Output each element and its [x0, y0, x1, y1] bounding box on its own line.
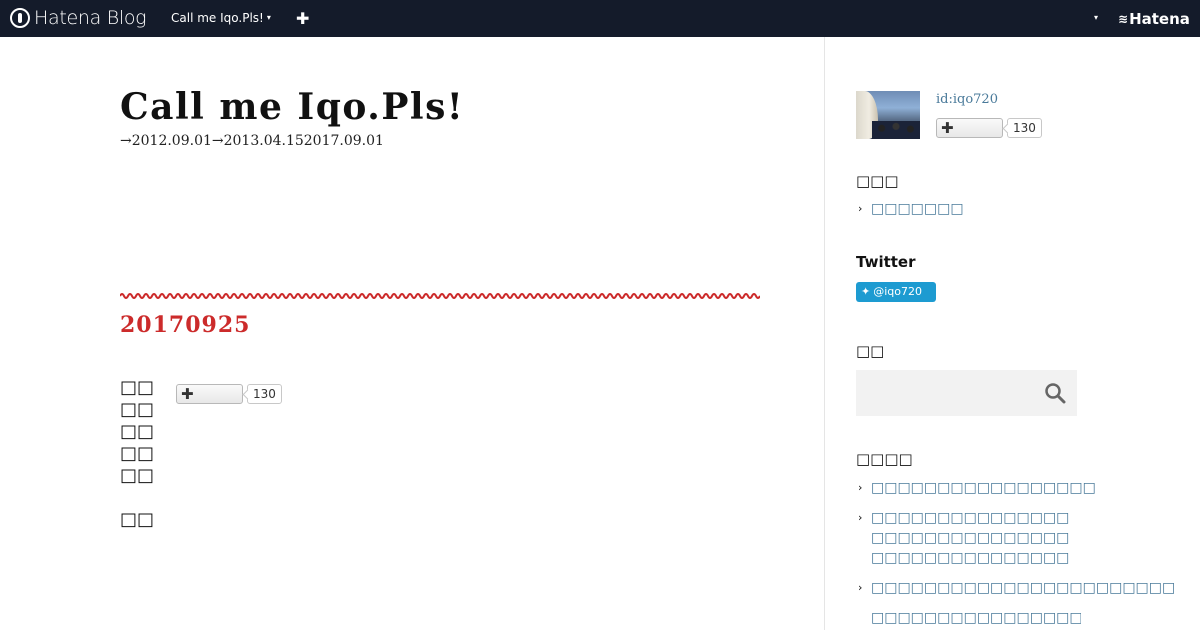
hatena-logo-text: Hatena: [1129, 10, 1190, 28]
blog-switcher-label: Call me Iqo.Pls!: [171, 11, 264, 25]
hatena-waves-icon: ≋: [1118, 12, 1128, 26]
hatena-blog-logo[interactable]: Hatena Blog: [10, 7, 147, 29]
entry-title-line[interactable]: □□: [120, 443, 154, 465]
profile-heading: □□□: [856, 172, 899, 190]
top-navbar: Hatena Blog Call me Iqo.Pls! ▾ ✚ ▾ ≋ Hate…: [0, 0, 1200, 37]
chevron-right-icon: ›: [858, 511, 863, 524]
avatar-detail: [872, 121, 920, 139]
wavy-divider: [120, 293, 760, 299]
twitter-heading: Twitter: [856, 253, 916, 271]
add-post-button[interactable]: ✚: [296, 9, 309, 28]
entry-title-line[interactable]: □□: [120, 377, 154, 399]
blog-switcher[interactable]: Call me Iqo.Pls! ▾: [171, 11, 271, 25]
profile-link[interactable]: › □□□□□□□: [858, 199, 964, 219]
twitter-bird-icon: ✦: [861, 285, 871, 298]
profile-bookmark-widget: ✚ 130: [936, 118, 1042, 138]
bookmark-count[interactable]: 130: [247, 384, 282, 404]
entry-title-line[interactable]: □□: [120, 421, 154, 443]
recent-entry-label: □□□□□□□□□□□□□□□□□□□□□□□: [871, 580, 1176, 596]
entry-footer-line[interactable]: □□: [120, 509, 154, 531]
search-heading: □□: [856, 342, 885, 360]
chevron-right-icon: ›: [858, 581, 863, 594]
search-box: [856, 370, 1077, 416]
twitter-follow-button[interactable]: ✦ @iqo720: [856, 282, 936, 302]
recent-entry-label: □□□□□□□□□□□□□□□□2□□□□7□□: [871, 610, 1081, 626]
twitter-handle: @iqo720: [873, 285, 922, 298]
chevron-down-icon: ▾: [266, 13, 271, 22]
plus-icon: ✚: [181, 385, 194, 403]
entry-title-line[interactable]: □□: [120, 399, 154, 421]
recent-entries-heading: □□□□: [856, 450, 913, 468]
recent-entry-link[interactable]: › □□□□□□□□□□□□□□□□□: [858, 478, 1096, 498]
profile-link-label: □□□□□□□: [871, 201, 964, 217]
archive-heading[interactable]: 20170925: [120, 312, 250, 338]
logo-text: Hatena Blog: [34, 7, 147, 29]
avatar[interactable]: [856, 91, 920, 139]
recent-entry-link[interactable]: ›□□□□□□□□□□□□□□□□2□□□□7□□: [871, 608, 1081, 628]
chevron-right-icon: ›: [858, 481, 863, 494]
entry-title-line[interactable]: □□: [120, 465, 154, 487]
sidebar-divider: [824, 37, 825, 630]
entry-list: □□ □□ □□ □□ □□ □□: [120, 377, 154, 531]
search-input[interactable]: [856, 370, 1036, 416]
add-bookmark-button[interactable]: ✚: [176, 384, 243, 404]
plus-icon: ✚: [941, 119, 954, 137]
recent-entry-label: □□□□□□□□□□□□□□□□□: [871, 480, 1096, 496]
hatena-blog-logo-icon: [10, 8, 30, 28]
blog-description: →2012.09.01→2013.04.152017.09.01: [120, 133, 384, 149]
user-menu-chevron-icon[interactable]: ▾: [1094, 13, 1098, 22]
recent-entry-link[interactable]: › □□□□□□□□□□□□□□□□□□□□□□□: [858, 578, 1175, 598]
hatena-logo-link[interactable]: ≋ Hatena: [1118, 10, 1190, 28]
blog-title[interactable]: Call me Iqo.Pls!: [120, 86, 464, 128]
add-bookmark-button[interactable]: ✚: [936, 118, 1003, 138]
search-icon[interactable]: [1044, 382, 1066, 404]
chevron-right-icon: ›: [858, 202, 863, 215]
recent-entry-link[interactable]: › □□□□□□□□□□□□□□□□□□□□□□□□□□□□□□□□□□□□□□□…: [858, 508, 1077, 568]
user-id-link[interactable]: id:iqo720: [936, 92, 998, 107]
entry-bookmark-widget: ✚ 130: [176, 384, 282, 404]
bookmark-count[interactable]: 130: [1007, 118, 1042, 138]
recent-entry-label: □□□□□□□□□□□□□□□□□□□□□□□□□□□□□□□□□□□□□□□□…: [871, 510, 1070, 566]
